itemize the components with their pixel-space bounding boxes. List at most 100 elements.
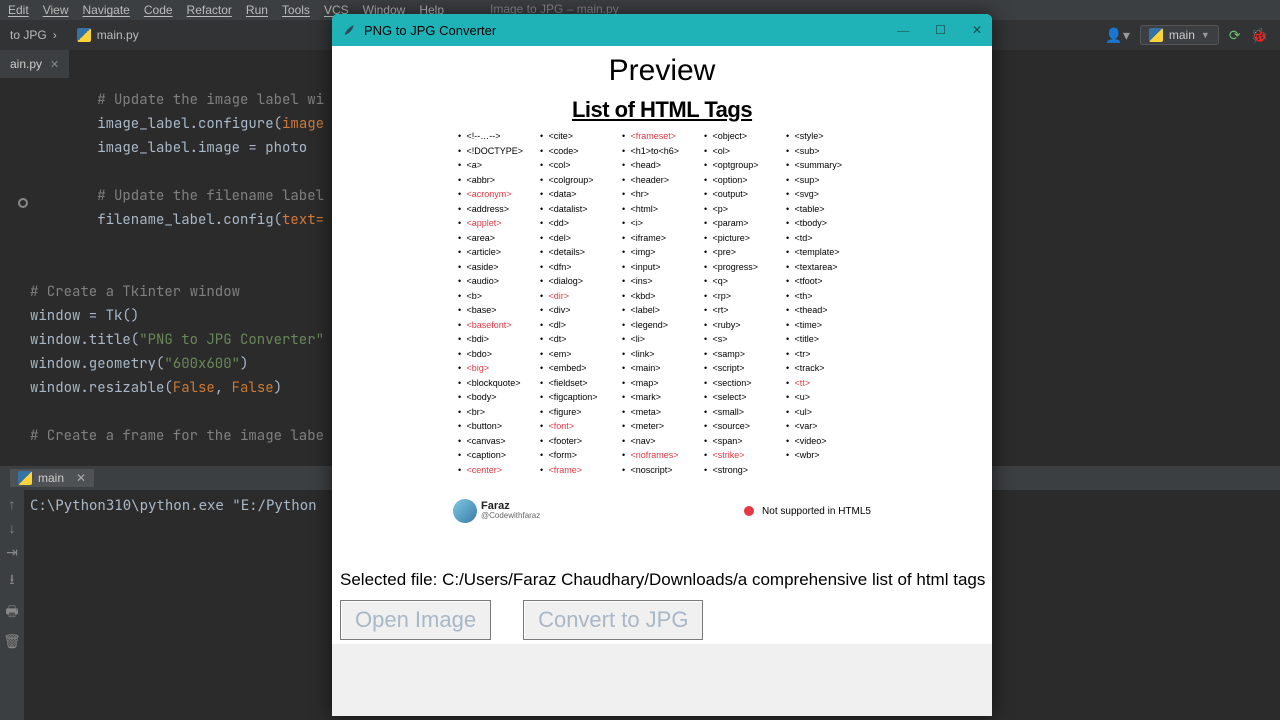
tag-item: • <hr> [622, 187, 702, 202]
preview-image-title: List of HTML Tags [443, 97, 881, 123]
wrap-icon[interactable]: ⇥ [6, 544, 18, 561]
tag-item: • <bdo> [458, 347, 538, 362]
run-tab[interactable]: main ✕ [10, 469, 94, 487]
close-icon[interactable]: ✕ [972, 23, 982, 38]
close-icon[interactable]: ✕ [50, 58, 59, 71]
tag-item: • <noscript> [622, 463, 702, 478]
tag-item: • <noframes> [622, 448, 702, 463]
run-config-name: main [1169, 28, 1195, 42]
editor-tab[interactable]: ain.py ✕ [0, 50, 70, 78]
tag-item: • <br> [458, 405, 538, 420]
selected-file-label: Selected file: C:/Users/Faraz Chaudhary/… [336, 532, 988, 596]
tag-item: • <input> [622, 260, 702, 275]
tag-item: • <b> [458, 289, 538, 304]
trash-icon[interactable]: 🗑 [3, 633, 21, 650]
open-image-button[interactable]: Open Image [340, 600, 491, 640]
tag-item: • <main> [622, 361, 702, 376]
tag-item: • <button> [458, 419, 538, 434]
tag-item: • <bdi> [458, 332, 538, 347]
tag-item: • <form> [540, 448, 620, 463]
print-icon[interactable]: 🖶 [5, 601, 18, 625]
tag-item: • <applet> [458, 216, 538, 231]
tk-titlebar[interactable]: PNG to JPG Converter — ☐ ✕ [332, 14, 992, 46]
convert-to-jpg-button[interactable]: Convert to JPG [523, 600, 703, 640]
down-icon[interactable]: ↓ [9, 520, 16, 536]
tag-item: • <td> [786, 231, 866, 246]
tag-item: • <option> [704, 173, 784, 188]
tag-item: • <dt> [540, 332, 620, 347]
tag-item: • <img> [622, 245, 702, 260]
up-icon[interactable]: ↑ [9, 496, 16, 512]
menu-code[interactable]: Code [144, 3, 173, 17]
tag-item: • <strike> [704, 448, 784, 463]
menu-navigate[interactable]: Navigate [82, 3, 129, 17]
console-output[interactable]: C:\Python310\python.exe "E:/Python [30, 498, 317, 514]
preview-image: List of HTML Tags • <!--…-->• <!DOCTYPE>… [442, 92, 882, 532]
tag-item: • <sub> [786, 144, 866, 159]
editor-tab-label: ain.py [10, 57, 42, 71]
tag-item: • <frameset> [622, 129, 702, 144]
bug-icon[interactable]: 🐞 [1251, 27, 1268, 44]
tag-item: • <h1>to<h6> [622, 144, 702, 159]
export-icon[interactable]: ⭳ [10, 569, 15, 593]
tag-item: • <tbody> [786, 216, 866, 231]
python-icon [18, 471, 32, 485]
tag-item: • <figcaption> [540, 390, 620, 405]
menu-run[interactable]: Run [246, 3, 268, 17]
author-name: Faraz [481, 501, 540, 511]
tag-item: • <ruby> [704, 318, 784, 333]
tag-item: • <span> [704, 434, 784, 449]
tkinter-window: PNG to JPG Converter — ☐ ✕ Preview List … [332, 14, 992, 716]
rerun-icon[interactable]: ⟳ [1229, 27, 1241, 44]
tag-item: • <pre> [704, 245, 784, 260]
run-config-selector[interactable]: main ▼ [1140, 25, 1219, 45]
tag-item: • <script> [704, 361, 784, 376]
tag-item: • <col> [540, 158, 620, 173]
tag-item: • <nav> [622, 434, 702, 449]
minimize-icon[interactable]: — [897, 23, 909, 38]
project-chip[interactable]: to JPG › [0, 28, 67, 42]
run-tab-label: main [38, 471, 64, 485]
tag-item: • <blockquote> [458, 376, 538, 391]
tag-item: • <area> [458, 231, 538, 246]
tag-item: • <ul> [786, 405, 866, 420]
menu-refactor[interactable]: Refactor [187, 3, 232, 17]
tag-item: • <datalist> [540, 202, 620, 217]
tag-item: • <details> [540, 245, 620, 260]
python-icon [77, 28, 91, 42]
legend-dot-icon [744, 506, 754, 516]
tk-body: Preview List of HTML Tags • <!--…-->• <!… [332, 46, 992, 644]
maximize-icon[interactable]: ☐ [935, 23, 946, 38]
menu-tools[interactable]: Tools [282, 3, 310, 17]
tag-item: • <body> [458, 390, 538, 405]
tag-item: • <i> [622, 216, 702, 231]
tag-item: • <caption> [458, 448, 538, 463]
tag-item: • <dir> [540, 289, 620, 304]
tag-item: • <dfn> [540, 260, 620, 275]
tag-item: • <label> [622, 303, 702, 318]
avatar [453, 499, 477, 523]
tag-item: • <basefont> [458, 318, 538, 333]
tag-item: • <header> [622, 173, 702, 188]
tag-item: • <samp> [704, 347, 784, 362]
close-icon[interactable]: ✕ [76, 471, 86, 485]
gutter-breakpoint-icon[interactable] [18, 198, 28, 208]
tag-item: • <footer> [540, 434, 620, 449]
tag-item: • <base> [458, 303, 538, 318]
tag-column: • <frameset>• <h1>to<h6>• <head>• <heade… [622, 129, 702, 477]
file-chip[interactable]: main.py [67, 28, 149, 42]
tag-item: • <article> [458, 245, 538, 260]
tag-item: • <div> [540, 303, 620, 318]
tag-item: • <mark> [622, 390, 702, 405]
tag-item: • <head> [622, 158, 702, 173]
menu-edit[interactable]: Edit [8, 3, 29, 17]
preview-heading: Preview [336, 54, 988, 88]
tag-item: • <style> [786, 129, 866, 144]
user-icon[interactable]: 👤▾ [1105, 27, 1129, 44]
menu-view[interactable]: View [43, 3, 69, 17]
tag-item: • <output> [704, 187, 784, 202]
tag-item: • <meter> [622, 419, 702, 434]
tag-item: • <li> [622, 332, 702, 347]
tag-item: • <big> [458, 361, 538, 376]
tag-item: • <wbr> [786, 448, 866, 463]
